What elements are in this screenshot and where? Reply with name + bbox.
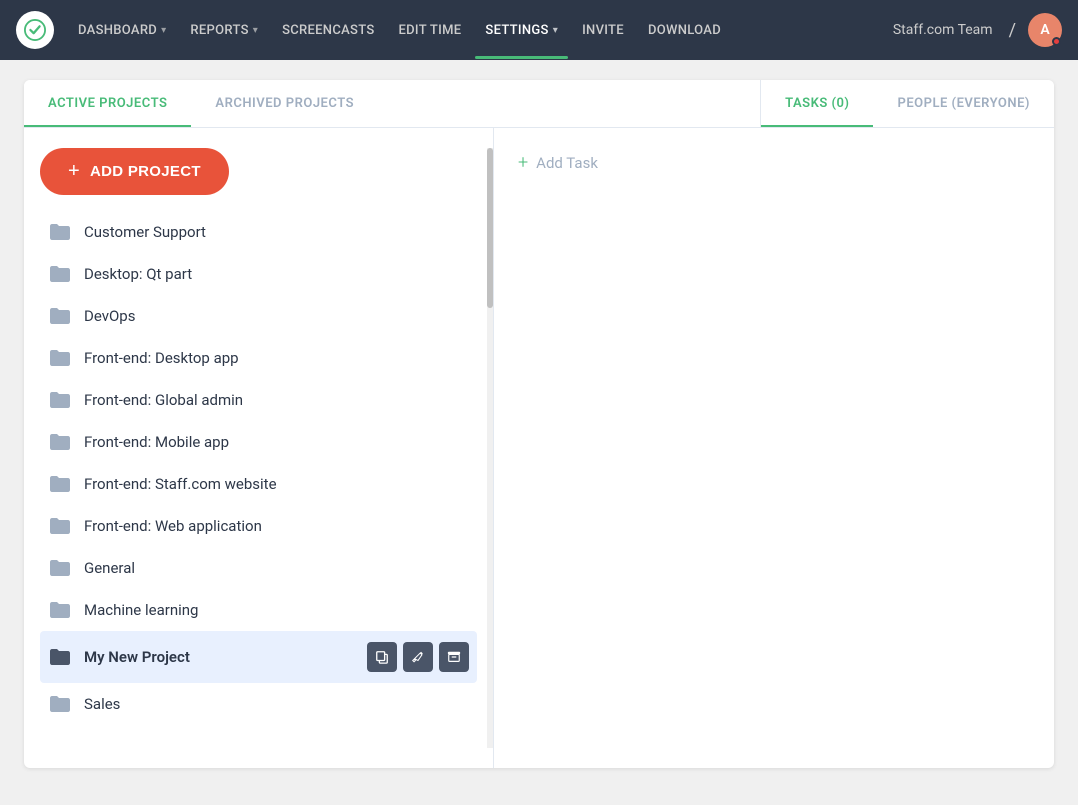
nav-item-screencasts[interactable]: SCREENCASTS bbox=[272, 17, 384, 44]
folder-icon bbox=[48, 390, 72, 410]
notification-dot bbox=[1052, 37, 1061, 46]
avatar[interactable]: A bbox=[1028, 13, 1062, 47]
logo[interactable] bbox=[16, 11, 54, 49]
list-item[interactable]: Machine learning bbox=[40, 589, 477, 631]
scrollbar-thumb[interactable] bbox=[487, 148, 493, 308]
list-item[interactable]: DevOps bbox=[40, 295, 477, 337]
folder-icon bbox=[48, 306, 72, 326]
chevron-down-icon: ▾ bbox=[161, 25, 166, 36]
tab-tasks[interactable]: TASKS (0) bbox=[761, 80, 873, 127]
nav-item-settings[interactable]: SETTINGS ▾ bbox=[475, 17, 568, 44]
folder-icon bbox=[48, 264, 72, 284]
list-item[interactable]: Front-end: Desktop app bbox=[40, 337, 477, 379]
content-layout: + ADD PROJECT Customer Support bbox=[24, 128, 1054, 768]
nav-item-download[interactable]: DOWNLOAD bbox=[638, 17, 731, 44]
list-item[interactable]: Desktop: Qt part bbox=[40, 253, 477, 295]
list-item[interactable]: My New Project bbox=[40, 631, 477, 683]
right-panel: + Add Task bbox=[494, 128, 1054, 768]
folder-icon bbox=[48, 600, 72, 620]
folder-icon bbox=[48, 348, 72, 368]
edit-button[interactable] bbox=[403, 642, 433, 672]
tab-archived-projects[interactable]: ARCHIVED PROJECTS bbox=[191, 80, 378, 127]
notifications-icon[interactable]: / bbox=[1009, 20, 1016, 41]
folder-icon bbox=[48, 432, 72, 452]
tabs-row: ACTIVE PROJECTS ARCHIVED PROJECTS TASKS … bbox=[24, 80, 1054, 128]
nav-item-reports[interactable]: REPORTS ▾ bbox=[180, 17, 268, 44]
folder-icon bbox=[48, 474, 72, 494]
folder-icon bbox=[48, 222, 72, 242]
chevron-down-icon: ▾ bbox=[253, 25, 258, 36]
list-item[interactable]: Front-end: Web application bbox=[40, 505, 477, 547]
add-task-label: Add Task bbox=[536, 154, 598, 172]
project-list: Customer Support Desktop: Qt part bbox=[40, 211, 477, 725]
left-panel: + ADD PROJECT Customer Support bbox=[24, 128, 494, 768]
chevron-down-icon: ▾ bbox=[553, 25, 558, 36]
project-actions bbox=[367, 642, 469, 672]
archive-button[interactable] bbox=[439, 642, 469, 672]
main-content: ACTIVE PROJECTS ARCHIVED PROJECTS TASKS … bbox=[0, 60, 1078, 788]
list-item[interactable]: Front-end: Mobile app bbox=[40, 421, 477, 463]
plus-icon: + bbox=[68, 160, 80, 183]
folder-icon bbox=[48, 647, 72, 667]
list-item[interactable]: Front-end: Global admin bbox=[40, 379, 477, 421]
tab-active-projects[interactable]: ACTIVE PROJECTS bbox=[24, 80, 191, 127]
add-task-row[interactable]: + Add Task bbox=[514, 144, 1034, 181]
list-item[interactable]: Sales bbox=[40, 683, 477, 725]
folder-icon bbox=[48, 558, 72, 578]
tab-divider bbox=[378, 80, 761, 127]
nav-item-dashboard[interactable]: DASHBOARD ▾ bbox=[68, 17, 176, 44]
folder-icon bbox=[48, 516, 72, 536]
nav-item-edit-time[interactable]: EDIT TIME bbox=[389, 17, 472, 44]
tab-people[interactable]: PEOPLE (EVERYONE) bbox=[873, 80, 1054, 127]
add-task-plus-icon: + bbox=[518, 152, 528, 173]
nav-item-invite[interactable]: INVITE bbox=[572, 17, 634, 44]
list-item[interactable]: Front-end: Staff.com website bbox=[40, 463, 477, 505]
team-name[interactable]: Staff.com Team bbox=[893, 22, 993, 38]
projects-card: ACTIVE PROJECTS ARCHIVED PROJECTS TASKS … bbox=[24, 80, 1054, 768]
add-project-button[interactable]: + ADD PROJECT bbox=[40, 148, 229, 195]
copy-button[interactable] bbox=[367, 642, 397, 672]
top-navigation: DASHBOARD ▾ REPORTS ▾ SCREENCASTS EDIT T… bbox=[0, 0, 1078, 60]
folder-icon bbox=[48, 694, 72, 714]
list-item[interactable]: General bbox=[40, 547, 477, 589]
list-item[interactable]: Customer Support bbox=[40, 211, 477, 253]
scrollbar-track[interactable] bbox=[487, 148, 493, 748]
